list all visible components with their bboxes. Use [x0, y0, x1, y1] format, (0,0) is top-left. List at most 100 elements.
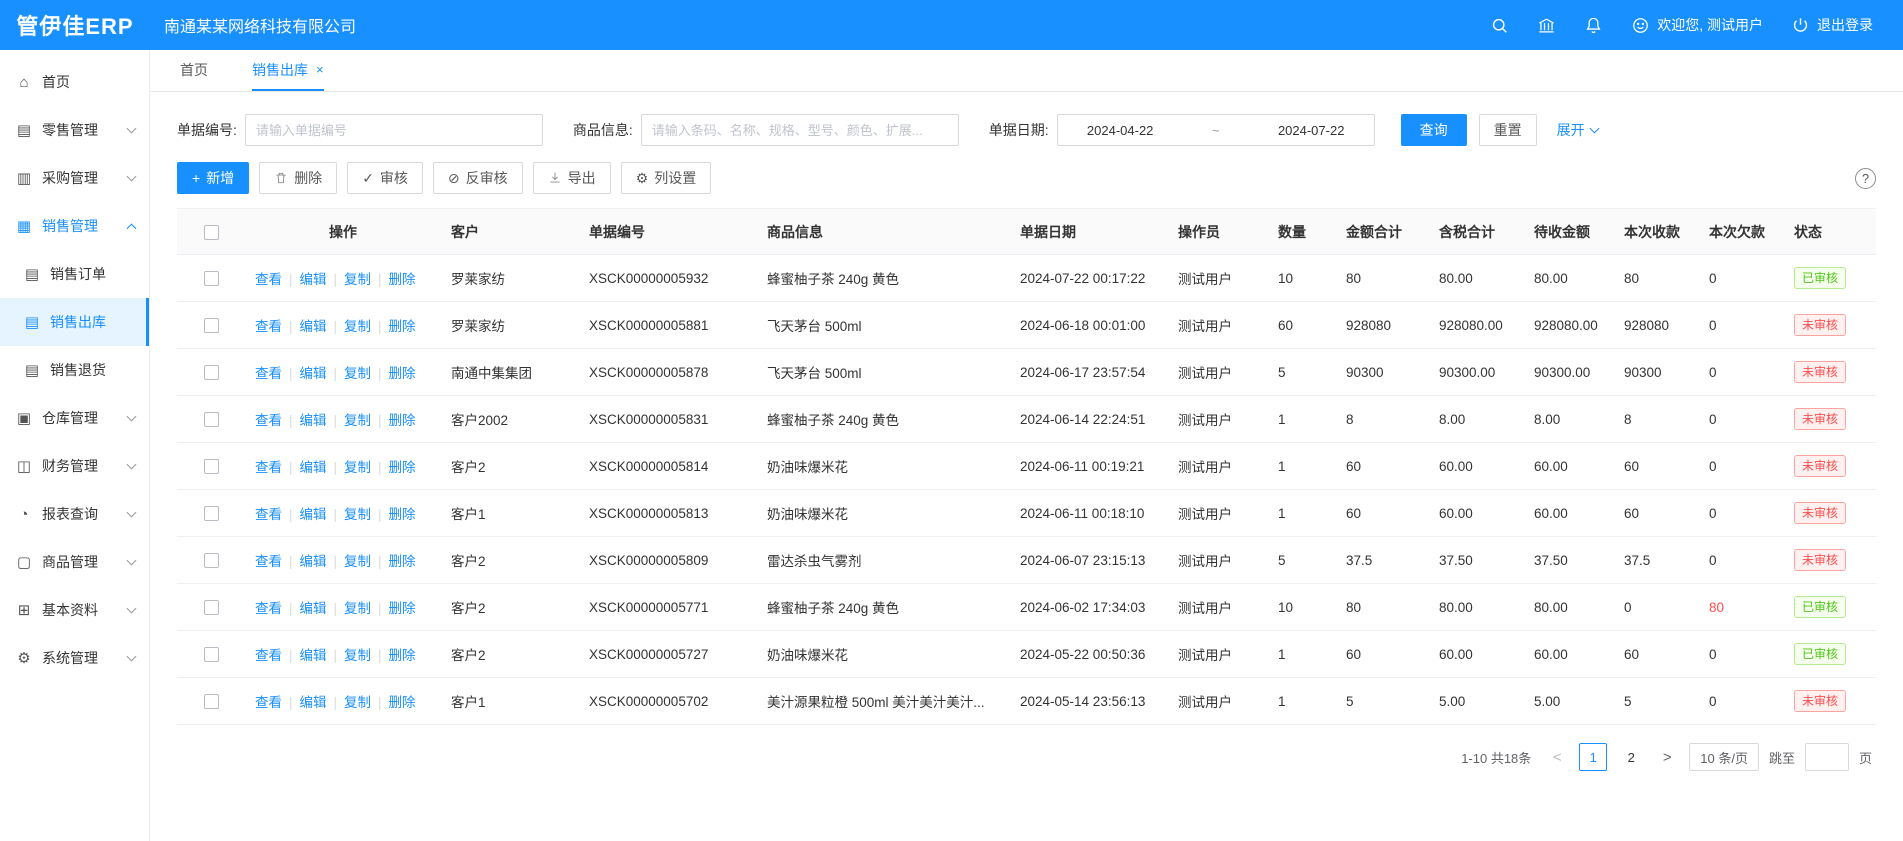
row-action-view[interactable]: 查看 — [255, 554, 282, 569]
row-action-view[interactable]: 查看 — [255, 695, 282, 710]
doc-no-input[interactable] — [245, 114, 543, 146]
product-info-input[interactable] — [641, 114, 959, 146]
sidebar-item-basic[interactable]: ⊞基本资料 — [0, 586, 149, 634]
page-button-1[interactable]: 1 — [1579, 743, 1607, 771]
row-action-delete[interactable]: 删除 — [389, 272, 416, 287]
row-action-edit[interactable]: 编辑 — [300, 272, 327, 287]
sidebar-item-home[interactable]: ⌂首页 — [0, 58, 149, 106]
column-header-6[interactable]: 数量 — [1268, 209, 1336, 255]
logout-button[interactable]: 退出登录 — [1791, 15, 1873, 35]
bell-icon[interactable] — [1584, 16, 1603, 35]
row-action-delete[interactable]: 删除 — [389, 648, 416, 663]
sidebar-subitem-sales-order[interactable]: ▤销售订单 — [0, 250, 149, 298]
column-header-7[interactable]: 金额合计 — [1336, 209, 1429, 255]
column-header-2[interactable]: 单据编号 — [579, 209, 757, 255]
row-action-delete[interactable]: 删除 — [389, 319, 416, 334]
unaudit-button[interactable]: ⊘ 反审核 — [433, 162, 523, 194]
help-icon[interactable]: ? — [1855, 168, 1876, 189]
expand-link[interactable]: 展开 — [1557, 120, 1598, 140]
row-action-view[interactable]: 查看 — [255, 272, 282, 287]
row-action-copy[interactable]: 复制 — [344, 695, 371, 710]
row-action-edit[interactable]: 编辑 — [300, 648, 327, 663]
row-checkbox[interactable] — [204, 365, 219, 380]
sidebar-item-retail[interactable]: ▤零售管理 — [0, 106, 149, 154]
row-action-edit[interactable]: 编辑 — [300, 460, 327, 475]
row-action-copy[interactable]: 复制 — [344, 648, 371, 663]
column-settings-button[interactable]: ⚙ 列设置 — [621, 162, 712, 194]
next-page-button[interactable]: > — [1655, 743, 1679, 771]
row-action-delete[interactable]: 删除 — [389, 460, 416, 475]
page-button-2[interactable]: 2 — [1617, 743, 1645, 771]
row-checkbox[interactable] — [204, 647, 219, 662]
row-checkbox[interactable] — [204, 318, 219, 333]
sidebar-item-sales[interactable]: ▦销售管理 — [0, 202, 149, 250]
column-header-8[interactable]: 含税合计 — [1429, 209, 1524, 255]
row-action-copy[interactable]: 复制 — [344, 413, 371, 428]
jump-page-input[interactable] — [1805, 743, 1849, 771]
sidebar-item-product[interactable]: ▢商品管理 — [0, 538, 149, 586]
row-action-copy[interactable]: 复制 — [344, 554, 371, 569]
user-menu[interactable]: 欢迎您, 测试用户 — [1631, 15, 1763, 35]
row-action-delete[interactable]: 删除 — [389, 695, 416, 710]
sidebar-item-finance[interactable]: ◫财务管理 — [0, 442, 149, 490]
row-action-copy[interactable]: 复制 — [344, 272, 371, 287]
row-checkbox[interactable] — [204, 600, 219, 615]
tab-sales-outbound[interactable]: 销售出库× — [252, 50, 324, 91]
column-header-3[interactable]: 商品信息 — [757, 209, 1010, 255]
row-action-edit[interactable]: 编辑 — [300, 366, 327, 381]
audit-button[interactable]: ✓ 审核 — [347, 162, 423, 194]
search-icon[interactable] — [1490, 16, 1509, 35]
row-action-view[interactable]: 查看 — [255, 413, 282, 428]
row-action-edit[interactable]: 编辑 — [300, 554, 327, 569]
row-action-view[interactable]: 查看 — [255, 319, 282, 334]
sidebar-item-system[interactable]: ⚙系统管理 — [0, 634, 149, 682]
row-checkbox[interactable] — [204, 271, 219, 286]
add-button[interactable]: + 新增 — [177, 162, 249, 194]
row-action-delete[interactable]: 删除 — [389, 507, 416, 522]
date-range-picker[interactable]: 2024-04-22 ~ 2024-07-22 — [1057, 114, 1375, 146]
sidebar-subitem-sales-return[interactable]: ▤销售退货 — [0, 346, 149, 394]
row-checkbox[interactable] — [204, 553, 219, 568]
column-header-12[interactable]: 状态 — [1784, 209, 1876, 255]
tab-home[interactable]: 首页 — [180, 50, 208, 91]
row-action-edit[interactable]: 编辑 — [300, 695, 327, 710]
sidebar-item-purchase[interactable]: ▥采购管理 — [0, 154, 149, 202]
row-action-edit[interactable]: 编辑 — [300, 319, 327, 334]
row-action-view[interactable]: 查看 — [255, 601, 282, 616]
row-action-delete[interactable]: 删除 — [389, 413, 416, 428]
row-action-copy[interactable]: 复制 — [344, 319, 371, 334]
row-action-edit[interactable]: 编辑 — [300, 601, 327, 616]
row-action-delete[interactable]: 删除 — [389, 601, 416, 616]
row-action-copy[interactable]: 复制 — [344, 460, 371, 475]
column-header-9[interactable]: 待收金额 — [1524, 209, 1614, 255]
date-from[interactable]: 2024-04-22 — [1087, 123, 1154, 138]
prev-page-button[interactable]: < — [1545, 743, 1569, 771]
close-icon[interactable]: × — [316, 62, 324, 77]
row-checkbox[interactable] — [204, 694, 219, 709]
row-action-copy[interactable]: 复制 — [344, 507, 371, 522]
row-action-copy[interactable]: 复制 — [344, 601, 371, 616]
row-action-copy[interactable]: 复制 — [344, 366, 371, 381]
column-header-5[interactable]: 操作员 — [1168, 209, 1268, 255]
row-action-delete[interactable]: 删除 — [389, 366, 416, 381]
row-action-view[interactable]: 查看 — [255, 648, 282, 663]
row-action-edit[interactable]: 编辑 — [300, 413, 327, 428]
row-checkbox[interactable] — [204, 412, 219, 427]
row-action-view[interactable]: 查看 — [255, 366, 282, 381]
home-icon[interactable] — [1537, 16, 1556, 35]
row-action-view[interactable]: 查看 — [255, 460, 282, 475]
column-header-1[interactable]: 客户 — [441, 209, 579, 255]
export-button[interactable]: 导出 — [533, 162, 611, 194]
column-header-0[interactable]: 操作 — [245, 209, 441, 255]
delete-button[interactable]: 删除 — [259, 162, 337, 194]
column-header-10[interactable]: 本次收款 — [1614, 209, 1699, 255]
reset-button[interactable]: 重置 — [1479, 114, 1537, 146]
row-action-edit[interactable]: 编辑 — [300, 507, 327, 522]
column-header-11[interactable]: 本次欠款 — [1699, 209, 1784, 255]
column-header-4[interactable]: 单据日期 — [1010, 209, 1168, 255]
sidebar-subitem-sales-outbound[interactable]: ▤销售出库 — [0, 298, 149, 346]
row-action-view[interactable]: 查看 — [255, 507, 282, 522]
page-size-select[interactable]: 10 条/页 — [1689, 743, 1759, 771]
sidebar-item-warehouse[interactable]: ▣仓库管理 — [0, 394, 149, 442]
row-checkbox[interactable] — [204, 506, 219, 521]
